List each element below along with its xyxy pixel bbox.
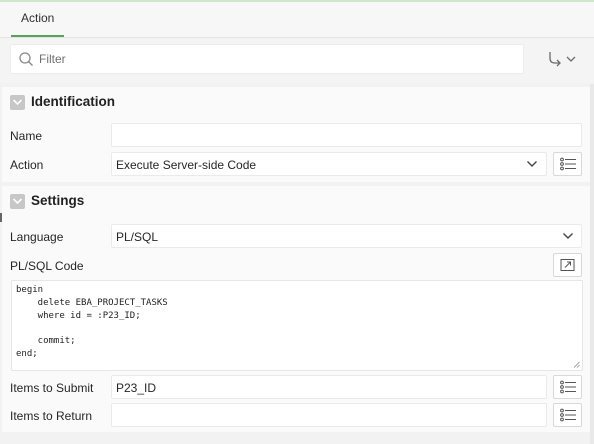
- items-to-submit-field[interactable]: P23_ID: [111, 375, 547, 399]
- list-button[interactable]: [553, 375, 582, 399]
- name-field[interactable]: [111, 123, 582, 147]
- list-button[interactable]: [553, 403, 582, 427]
- settings-header[interactable]: Settings: [2, 186, 590, 216]
- edge-marker: [0, 213, 2, 222]
- search-icon: [19, 52, 33, 66]
- tab-bar: Action: [0, 2, 594, 38]
- language-label: Language: [10, 230, 64, 244]
- expand-code-button[interactable]: [553, 253, 582, 277]
- resize-grip-icon[interactable]: [573, 361, 580, 368]
- list-icon: [560, 157, 576, 171]
- section-title: Identification: [31, 94, 115, 109]
- filter-bar: [0, 38, 594, 83]
- items-to-return-label: Items to Return: [10, 409, 93, 423]
- list-button[interactable]: [553, 152, 582, 176]
- filter-field[interactable]: [10, 44, 524, 74]
- settings-section: Settings Language PL/SQL PL/SQL Code beg…: [2, 186, 590, 432]
- collapse-toggle[interactable]: [10, 95, 25, 110]
- language-select[interactable]: PL/SQL: [111, 224, 582, 248]
- chevron-down-icon: [527, 161, 537, 167]
- tab-action[interactable]: Action: [11, 2, 65, 37]
- list-icon: [560, 408, 576, 422]
- chevron-down-icon: [563, 233, 573, 239]
- items-to-submit-value: P23_ID: [116, 381, 157, 395]
- identification-header[interactable]: Identification: [2, 87, 590, 117]
- chevron-down-icon: [12, 198, 23, 205]
- chevron-down-icon: [12, 99, 23, 106]
- name-label: Name: [10, 129, 43, 143]
- language-value: PL/SQL: [116, 230, 159, 244]
- scrollbar[interactable]: [590, 84, 594, 444]
- section-title: Settings: [31, 193, 85, 208]
- action-label: Action: [10, 158, 44, 172]
- goto-arrow-icon[interactable]: [545, 50, 579, 68]
- plsql-code-label: PL/SQL Code: [10, 259, 84, 273]
- plsql-code-text: begin delete EBA_PROJECT_TASKS where id …: [16, 285, 168, 359]
- action-value: Execute Server-side Code: [116, 158, 257, 172]
- items-to-return-field[interactable]: [111, 403, 547, 427]
- identification-section: Identification Name Action Execute Serve…: [2, 87, 590, 182]
- collapse-toggle[interactable]: [10, 194, 25, 209]
- action-select[interactable]: Execute Server-side Code: [111, 152, 547, 176]
- list-icon: [560, 380, 576, 394]
- plsql-code-editor[interactable]: begin delete EBA_PROJECT_TASKS where id …: [11, 280, 583, 371]
- filter-input[interactable]: [39, 49, 509, 69]
- items-to-submit-label: Items to Submit: [10, 381, 94, 395]
- expand-icon: [560, 259, 575, 271]
